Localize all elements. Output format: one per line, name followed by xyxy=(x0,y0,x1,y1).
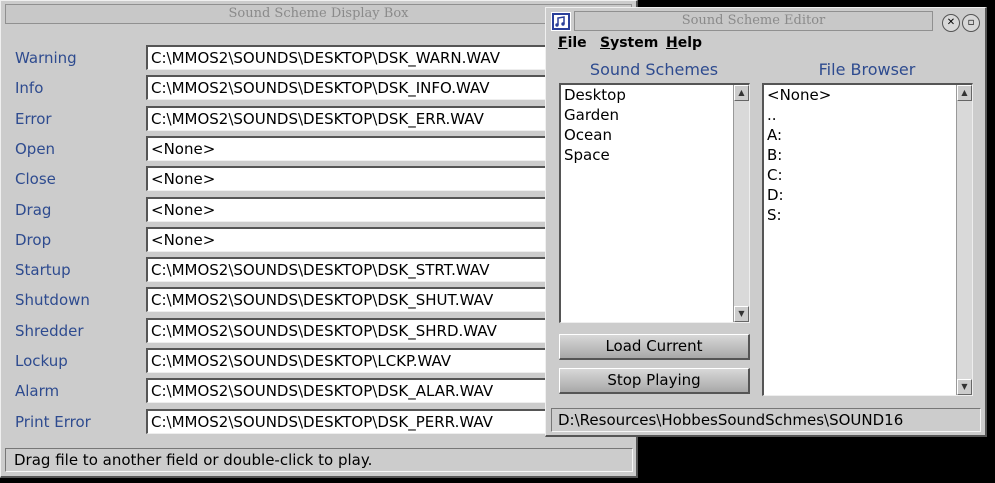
list-item[interactable]: <None> xyxy=(764,85,972,105)
display-box-window: Sound Scheme Display Box Warning C:\MMOS… xyxy=(0,0,638,478)
label-warning: Warning xyxy=(15,49,77,67)
label-shutdown: Shutdown xyxy=(15,291,90,309)
label-shredder: Shredder xyxy=(15,322,84,340)
menu-system[interactable]: System xyxy=(600,35,658,51)
list-item[interactable]: C: xyxy=(764,165,972,185)
label-error: Error xyxy=(15,110,52,128)
file-browser-list[interactable]: <None> .. A: B: C: D: S: ▲ ▼ xyxy=(762,83,973,396)
label-drop: Drop xyxy=(15,231,52,249)
list-item[interactable]: B: xyxy=(764,145,972,165)
list-item[interactable]: Space xyxy=(561,145,749,165)
music-note-icon xyxy=(554,15,568,28)
close-icon[interactable]: ✕ xyxy=(942,14,960,32)
list-item[interactable]: Ocean xyxy=(561,125,749,145)
label-startup: Startup xyxy=(15,261,71,279)
list-item[interactable]: D: xyxy=(764,185,972,205)
sound-schemes-list[interactable]: Desktop Garden Ocean Space ▲ ▼ xyxy=(559,83,750,323)
files-scrollbar[interactable]: ▲ ▼ xyxy=(956,85,972,395)
field-alarm[interactable]: C:\MMOS2\SOUNDS\DESKTOP\DSK_ALAR.WAV xyxy=(146,378,556,403)
label-drag: Drag xyxy=(15,201,52,219)
list-item[interactable]: S: xyxy=(764,205,972,225)
stop-playing-button[interactable]: Stop Playing xyxy=(559,368,750,394)
list-item[interactable]: A: xyxy=(764,125,972,145)
field-drag[interactable]: <None> xyxy=(146,197,556,222)
field-warning[interactable]: C:\MMOS2\SOUNDS\DESKTOP\DSK_WARN.WAV xyxy=(146,45,556,70)
list-item[interactable]: Garden xyxy=(561,105,749,125)
list-item[interactable]: Desktop xyxy=(561,85,749,105)
field-shredder[interactable]: C:\MMOS2\SOUNDS\DESKTOP\DSK_SHRD.WAV xyxy=(146,318,556,343)
maximize-icon[interactable]: ▫ xyxy=(962,14,980,32)
display-box-title[interactable]: Sound Scheme Display Box xyxy=(5,4,632,24)
scroll-down-icon[interactable]: ▼ xyxy=(734,306,749,322)
menu-help[interactable]: Help xyxy=(666,35,702,51)
scroll-up-icon[interactable]: ▲ xyxy=(734,85,749,101)
field-drop[interactable]: <None> xyxy=(146,227,556,252)
field-lockup[interactable]: C:\MMOS2\SOUNDS\DESKTOP\LCKP.WAV xyxy=(146,348,556,373)
sound-schemes-heading: Sound Schemes xyxy=(589,60,719,79)
field-open[interactable]: <None> xyxy=(146,136,556,161)
load-current-button[interactable]: Load Current xyxy=(559,334,750,360)
label-lockup: Lockup xyxy=(15,352,68,370)
field-startup[interactable]: C:\MMOS2\SOUNDS\DESKTOP\DSK_STRT.WAV xyxy=(146,257,556,282)
menu-file[interactable]: File xyxy=(558,35,587,51)
label-close: Close xyxy=(15,170,56,188)
path-display: D:\Resources\HobbesSoundSchmes\SOUND16 xyxy=(551,408,981,432)
field-error[interactable]: C:\MMOS2\SOUNDS\DESKTOP\DSK_ERR.WAV xyxy=(146,106,556,131)
status-bar: Drag file to another field or double-cli… xyxy=(5,448,633,472)
file-browser-heading: File Browser xyxy=(818,60,916,79)
scroll-up-icon[interactable]: ▲ xyxy=(957,85,972,101)
field-close[interactable]: <None> xyxy=(146,166,556,191)
label-open: Open xyxy=(15,140,56,158)
scroll-down-icon[interactable]: ▼ xyxy=(957,379,972,395)
editor-window: Sound Scheme Editor ✕ ▫ File System Help… xyxy=(545,7,987,437)
label-print-error: Print Error xyxy=(15,413,91,431)
list-item[interactable]: .. xyxy=(764,105,972,125)
label-alarm: Alarm xyxy=(15,382,60,400)
field-print-error[interactable]: C:\MMOS2\SOUNDS\DESKTOP\DSK_PERR.WAV xyxy=(146,409,556,434)
schemes-scrollbar[interactable]: ▲ ▼ xyxy=(733,85,749,322)
label-info: Info xyxy=(15,79,44,97)
app-icon[interactable] xyxy=(551,12,571,31)
field-info[interactable]: C:\MMOS2\SOUNDS\DESKTOP\DSK_INFO.WAV xyxy=(146,75,556,100)
field-shutdown[interactable]: C:\MMOS2\SOUNDS\DESKTOP\DSK_SHUT.WAV xyxy=(146,287,556,312)
editor-title[interactable]: Sound Scheme Editor xyxy=(574,11,933,31)
